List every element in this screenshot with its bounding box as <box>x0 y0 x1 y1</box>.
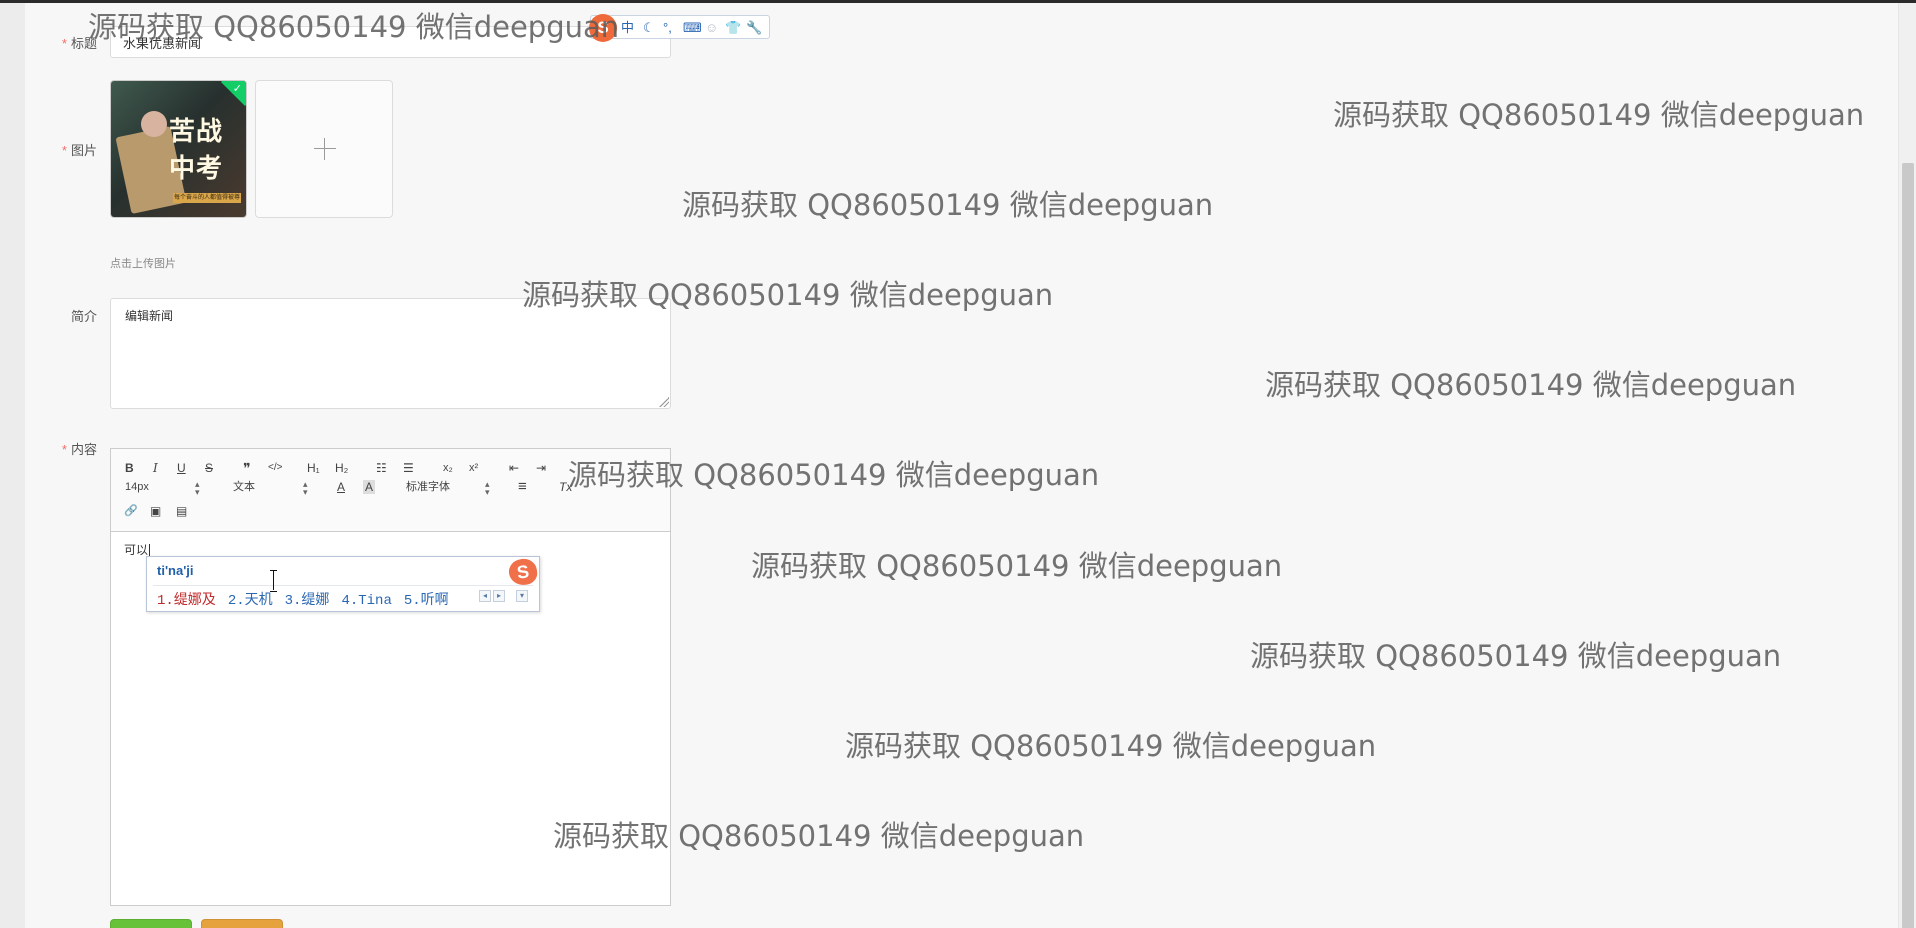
thumbnail-figure-shape <box>141 111 167 137</box>
indent-button[interactable]: ⇥ <box>536 459 546 477</box>
header-select[interactable]: 文本 <box>233 478 255 496</box>
image-label: * 图片 <box>61 143 97 158</box>
watermark: 源码获取 QQ86050149 微信deepguan <box>568 458 1100 492</box>
sogou-logo-icon: S <box>507 557 539 587</box>
italic-button[interactable]: I <box>153 459 158 477</box>
settings-wrench-icon[interactable]: 🔧 <box>746 19 762 37</box>
bold-button[interactable]: B <box>125 459 134 477</box>
font-size-select[interactable]: 14px <box>125 478 149 496</box>
check-icon: ✓ <box>232 83 242 95</box>
outdent-button[interactable]: ⇤ <box>509 459 519 477</box>
skin-icon[interactable]: 👕 <box>725 19 741 37</box>
ime-candidate-window: ti'na'ji S 1.缇娜及 2.天机 3.缇娜 4.Tina 5.听啊 ◂ ▸ ▾ <box>146 556 540 612</box>
heading2-button[interactable]: H₂ <box>335 459 348 477</box>
blockquote-button[interactable]: ❞ <box>243 459 251 477</box>
subscript-button[interactable]: x₂ <box>443 459 453 477</box>
ime-divider <box>153 585 533 586</box>
resize-handle[interactable] <box>659 397 669 407</box>
chinese-mode-icon[interactable]: 中 <box>621 19 634 37</box>
left-margin <box>0 3 25 928</box>
user-icon[interactable]: ☺ <box>705 19 718 37</box>
ime-prev-icon[interactable]: ◂ <box>479 590 491 602</box>
heading1-button[interactable]: H₁ <box>307 459 320 477</box>
upload-image-button[interactable] <box>255 80 393 218</box>
summary-textarea[interactable]: 编辑新闻 <box>110 298 671 409</box>
watermark: 源码获取 QQ86050149 微信deepguan <box>553 819 1085 853</box>
select-arrows-icon: ▴ ▾ <box>195 479 200 497</box>
window-top-border <box>0 0 1916 3</box>
bullet-list-button[interactable]: ☰ <box>403 459 414 477</box>
ime-pinyin-input: ti'na'ji <box>157 563 194 578</box>
thumbnail-title: 苦战中考 <box>169 117 224 184</box>
superscript-button[interactable]: x² <box>469 459 478 477</box>
ime-next-icon[interactable]: ▸ <box>493 590 505 602</box>
text-cursor-icon <box>270 570 278 592</box>
ime-candidate[interactable]: 2.天机 <box>228 593 273 609</box>
fullwidth-mode-icon[interactable]: °, <box>663 19 672 37</box>
align-button[interactable]: ≡ <box>518 478 527 496</box>
ime-candidate[interactable]: 5.听啊 <box>404 593 449 609</box>
underline-button[interactable]: U <box>177 459 186 477</box>
font-family-select[interactable]: 标准字体 <box>406 478 450 496</box>
font-color-button[interactable]: A <box>337 478 345 496</box>
content-label: * 内容 <box>61 442 97 457</box>
strike-button[interactable]: S <box>205 459 213 477</box>
summary-label: 简介 <box>70 309 97 324</box>
background-color-button[interactable]: A <box>363 480 376 494</box>
thumbnail-subtitle: 每个奋斗的人都值得被尊重 <box>173 193 241 203</box>
select-arrows-icon: ▴ ▾ <box>485 479 490 497</box>
watermark: 源码获取 QQ86050149 微信deepguan <box>522 278 1054 312</box>
link-button[interactable]: 🔗 <box>124 502 138 520</box>
watermark: 源码获取 QQ86050149 微信deepguan <box>751 549 1283 583</box>
ordered-list-button[interactable]: ☷ <box>376 459 387 477</box>
code-block-button[interactable]: </> <box>268 459 282 477</box>
select-arrows-icon: ▴ ▾ <box>303 479 308 497</box>
watermark: 源码获取 QQ86050149 微信deepguan <box>1333 98 1865 132</box>
ime-candidate[interactable]: 1.缇娜及 <box>157 593 216 609</box>
image-button[interactable]: ▣ <box>150 502 161 520</box>
watermark: 源码获取 QQ86050149 微信deepguan <box>88 10 620 44</box>
page-scrollbar[interactable] <box>1898 3 1916 928</box>
scrollbar-thumb[interactable] <box>1902 163 1914 928</box>
plus-icon <box>314 138 336 160</box>
punctuation-mode-icon[interactable]: ☾ <box>643 19 655 37</box>
watermark: 源码获取 QQ86050149 微信deepguan <box>682 188 1214 222</box>
ime-candidate-list: 1.缇娜及 2.天机 3.缇娜 4.Tina 5.听啊 <box>157 589 461 609</box>
keyboard-icon[interactable]: ⌨ <box>683 19 702 37</box>
reset-button[interactable] <box>201 919 283 928</box>
ime-candidate[interactable]: 3.缇娜 <box>285 593 330 609</box>
watermark: 源码获取 QQ86050149 微信deepguan <box>1265 368 1797 402</box>
video-button[interactable]: ▤ <box>176 502 187 520</box>
ime-candidate[interactable]: 4.Tina <box>341 593 391 609</box>
watermark: 源码获取 QQ86050149 微信deepguan <box>1250 639 1782 673</box>
watermark: 源码获取 QQ86050149 微信deepguan <box>845 729 1377 763</box>
ime-expand-icon[interactable]: ▾ <box>516 590 528 602</box>
submit-button[interactable] <box>110 919 192 928</box>
uploaded-image-thumbnail[interactable]: 苦战中考 每个奋斗的人都值得被尊重 ✓ <box>110 80 247 218</box>
upload-hint: 点击上传图片 <box>110 258 176 270</box>
